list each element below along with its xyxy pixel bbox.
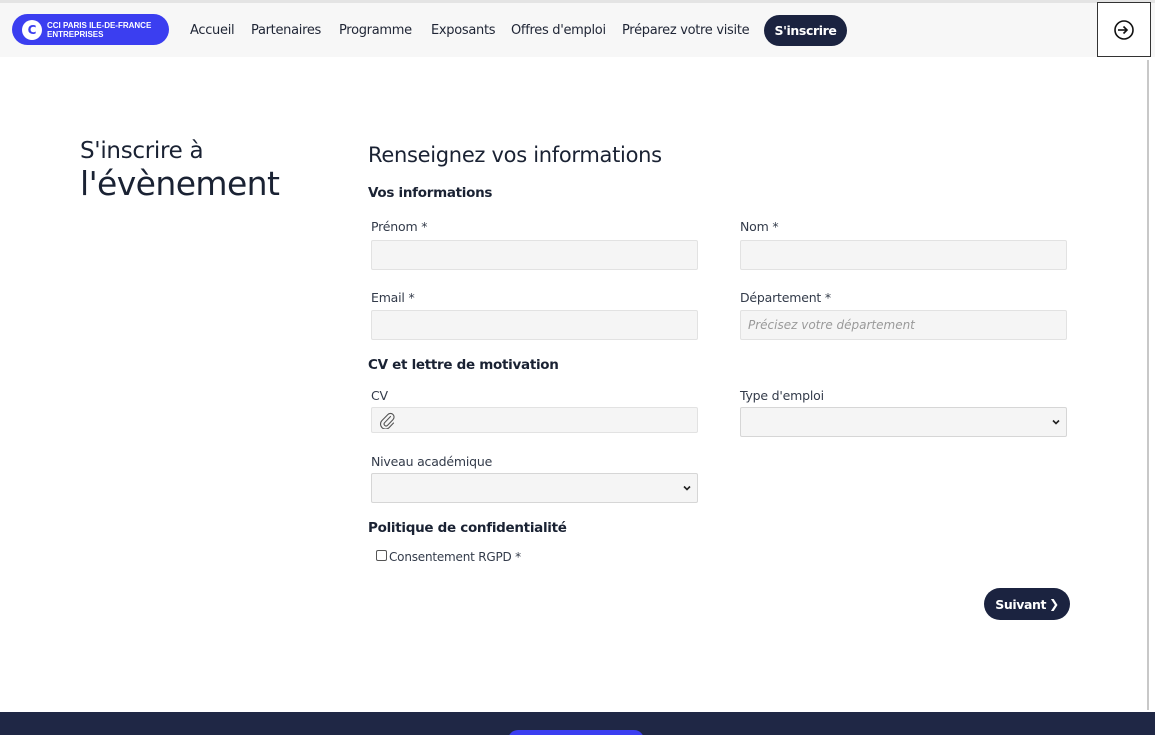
top-navbar: C CCI PARIS ILE-DE-FRANCE ENTREPRISES Ac… (0, 3, 1155, 57)
first-name-field[interactable] (371, 240, 698, 270)
login-icon (1114, 19, 1134, 40)
academic-level-select[interactable] (371, 473, 698, 503)
nav-link-accueil[interactable]: Accueil (190, 23, 235, 38)
nav-link-partenaires[interactable]: Partenaires (251, 23, 321, 38)
page-title-line-2: l'évènement (80, 164, 280, 203)
next-button[interactable]: Suivant ❯ (984, 588, 1070, 620)
email-field[interactable] (371, 310, 698, 340)
nav-link-exposants[interactable]: Exposants (431, 23, 496, 38)
nav-link-preparez-visite[interactable]: Préparez votre visite (622, 23, 750, 38)
email-label: Email * (371, 290, 415, 305)
login-button[interactable] (1097, 2, 1151, 57)
footer (0, 712, 1155, 735)
section-title-info: Vos informations (368, 185, 493, 201)
footer-button[interactable] (508, 730, 644, 735)
form-title: Renseignez vos informations (368, 143, 662, 167)
page-scrollbar[interactable] (1147, 60, 1149, 710)
last-name-label: Nom * (740, 219, 779, 234)
cv-label: CV (371, 388, 388, 403)
job-type-label: Type d'emploi (740, 388, 824, 403)
page-title-line-1: S'inscrire à (80, 138, 204, 164)
nav-link-programme[interactable]: Programme (339, 23, 412, 38)
paperclip-icon (380, 412, 395, 429)
next-button-label: Suivant (995, 596, 1047, 612)
nav-link-offres-emploi[interactable]: Offres d'emploi (511, 23, 606, 38)
section-title-privacy: Politique de confidentialité (368, 520, 567, 536)
job-type-select[interactable] (740, 407, 1067, 437)
cci-logo-mark: C (22, 19, 42, 40)
cv-file-input[interactable] (371, 407, 698, 433)
logo-line-1: CCI PARIS ILE-DE-FRANCE (47, 20, 152, 30)
cci-logo[interactable]: C CCI PARIS ILE-DE-FRANCE ENTREPRISES (12, 14, 169, 45)
logo-line-2: ENTREPRISES (47, 29, 104, 39)
chevron-down-icon (683, 485, 691, 491)
last-name-field[interactable] (740, 240, 1067, 270)
first-name-label: Prénom * (371, 219, 428, 234)
department-label: Département * (740, 290, 831, 305)
gdpr-consent-label: Consentement RGPD * (389, 550, 521, 564)
signup-button[interactable]: S'inscrire (764, 15, 847, 46)
department-field[interactable] (740, 310, 1067, 340)
cci-logo-text: CCI PARIS ILE-DE-FRANCE ENTREPRISES (47, 21, 151, 39)
chevron-down-icon (1052, 419, 1060, 425)
section-title-cv: CV et lettre de motivation (368, 357, 559, 373)
academic-level-label: Niveau académique (371, 454, 493, 469)
gdpr-consent-checkbox[interactable] (376, 550, 387, 561)
chevron-right-icon: ❯ (1049, 597, 1059, 611)
